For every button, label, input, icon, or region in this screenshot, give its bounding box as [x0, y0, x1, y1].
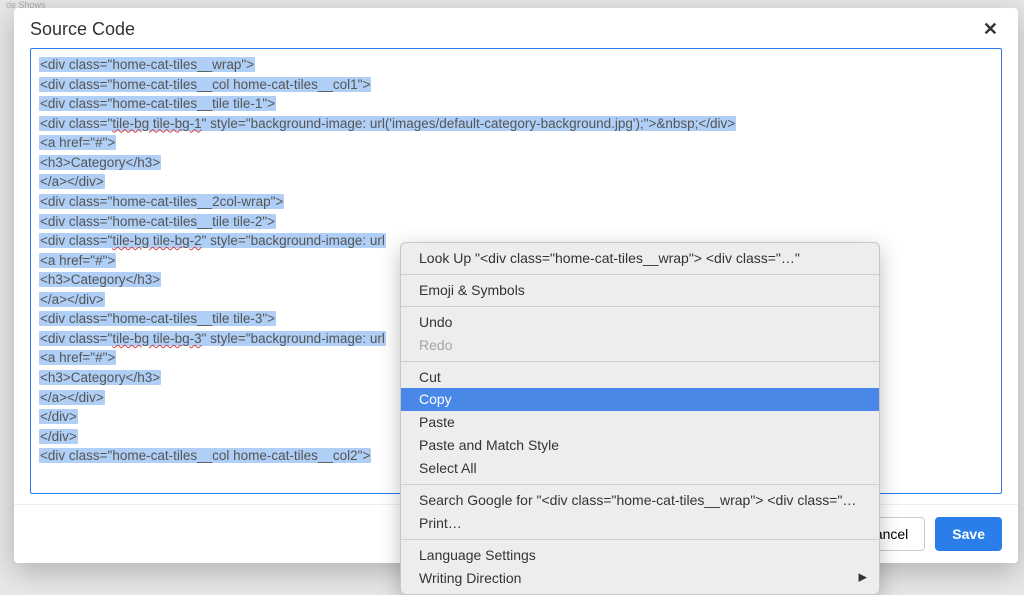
ctx-paste[interactable]: Paste	[401, 411, 879, 434]
code-line: </a></div>	[39, 172, 993, 192]
ctx-sep	[401, 361, 879, 362]
ctx-undo[interactable]: Undo	[401, 311, 879, 334]
code-line: <div class="home-cat-tiles__tile tile-2"…	[39, 212, 993, 232]
code-line: <h3>Category</h3>	[39, 153, 993, 173]
ctx-sep	[401, 306, 879, 307]
code-line: <div class="home-cat-tiles__wrap">	[39, 55, 993, 75]
ctx-sep	[401, 539, 879, 540]
ctx-cut[interactable]: Cut	[401, 366, 879, 389]
ctx-writing-direction-label: Writing Direction	[419, 570, 521, 586]
code-line: <div class="home-cat-tiles__2col-wrap">	[39, 192, 993, 212]
ctx-sep	[401, 274, 879, 275]
ctx-print[interactable]: Print…	[401, 512, 879, 535]
close-button[interactable]: ✕	[979, 18, 1002, 40]
context-menu: Look Up "<div class="home-cat-tiles__wra…	[400, 242, 880, 595]
ctx-search-google[interactable]: Search Google for "<div class="home-cat-…	[401, 489, 879, 512]
code-line: <div class="home-cat-tiles__tile tile-1"…	[39, 94, 993, 114]
modal-title: Source Code	[30, 19, 135, 40]
code-line: <div class="tile-bg tile-bg-1" style="ba…	[39, 114, 993, 134]
background-breadcrumb: de Shows	[0, 0, 1024, 8]
close-icon: ✕	[983, 19, 998, 39]
save-button[interactable]: Save	[935, 517, 1002, 551]
code-line: <a href="#">	[39, 133, 993, 153]
ctx-sep	[401, 484, 879, 485]
ctx-copy[interactable]: Copy	[401, 388, 879, 411]
modal-header: Source Code ✕	[14, 8, 1018, 48]
ctx-paste-match[interactable]: Paste and Match Style	[401, 434, 879, 457]
ctx-redo: Redo	[401, 334, 879, 357]
ctx-emoji[interactable]: Emoji & Symbols	[401, 279, 879, 302]
submenu-arrow-icon: ▶	[859, 571, 867, 586]
code-line: <div class="home-cat-tiles__col home-cat…	[39, 75, 993, 95]
ctx-select-all[interactable]: Select All	[401, 457, 879, 480]
ctx-language-settings[interactable]: Language Settings	[401, 544, 879, 567]
ctx-writing-direction[interactable]: Writing Direction ▶	[401, 567, 879, 590]
ctx-lookup[interactable]: Look Up "<div class="home-cat-tiles__wra…	[401, 247, 879, 270]
